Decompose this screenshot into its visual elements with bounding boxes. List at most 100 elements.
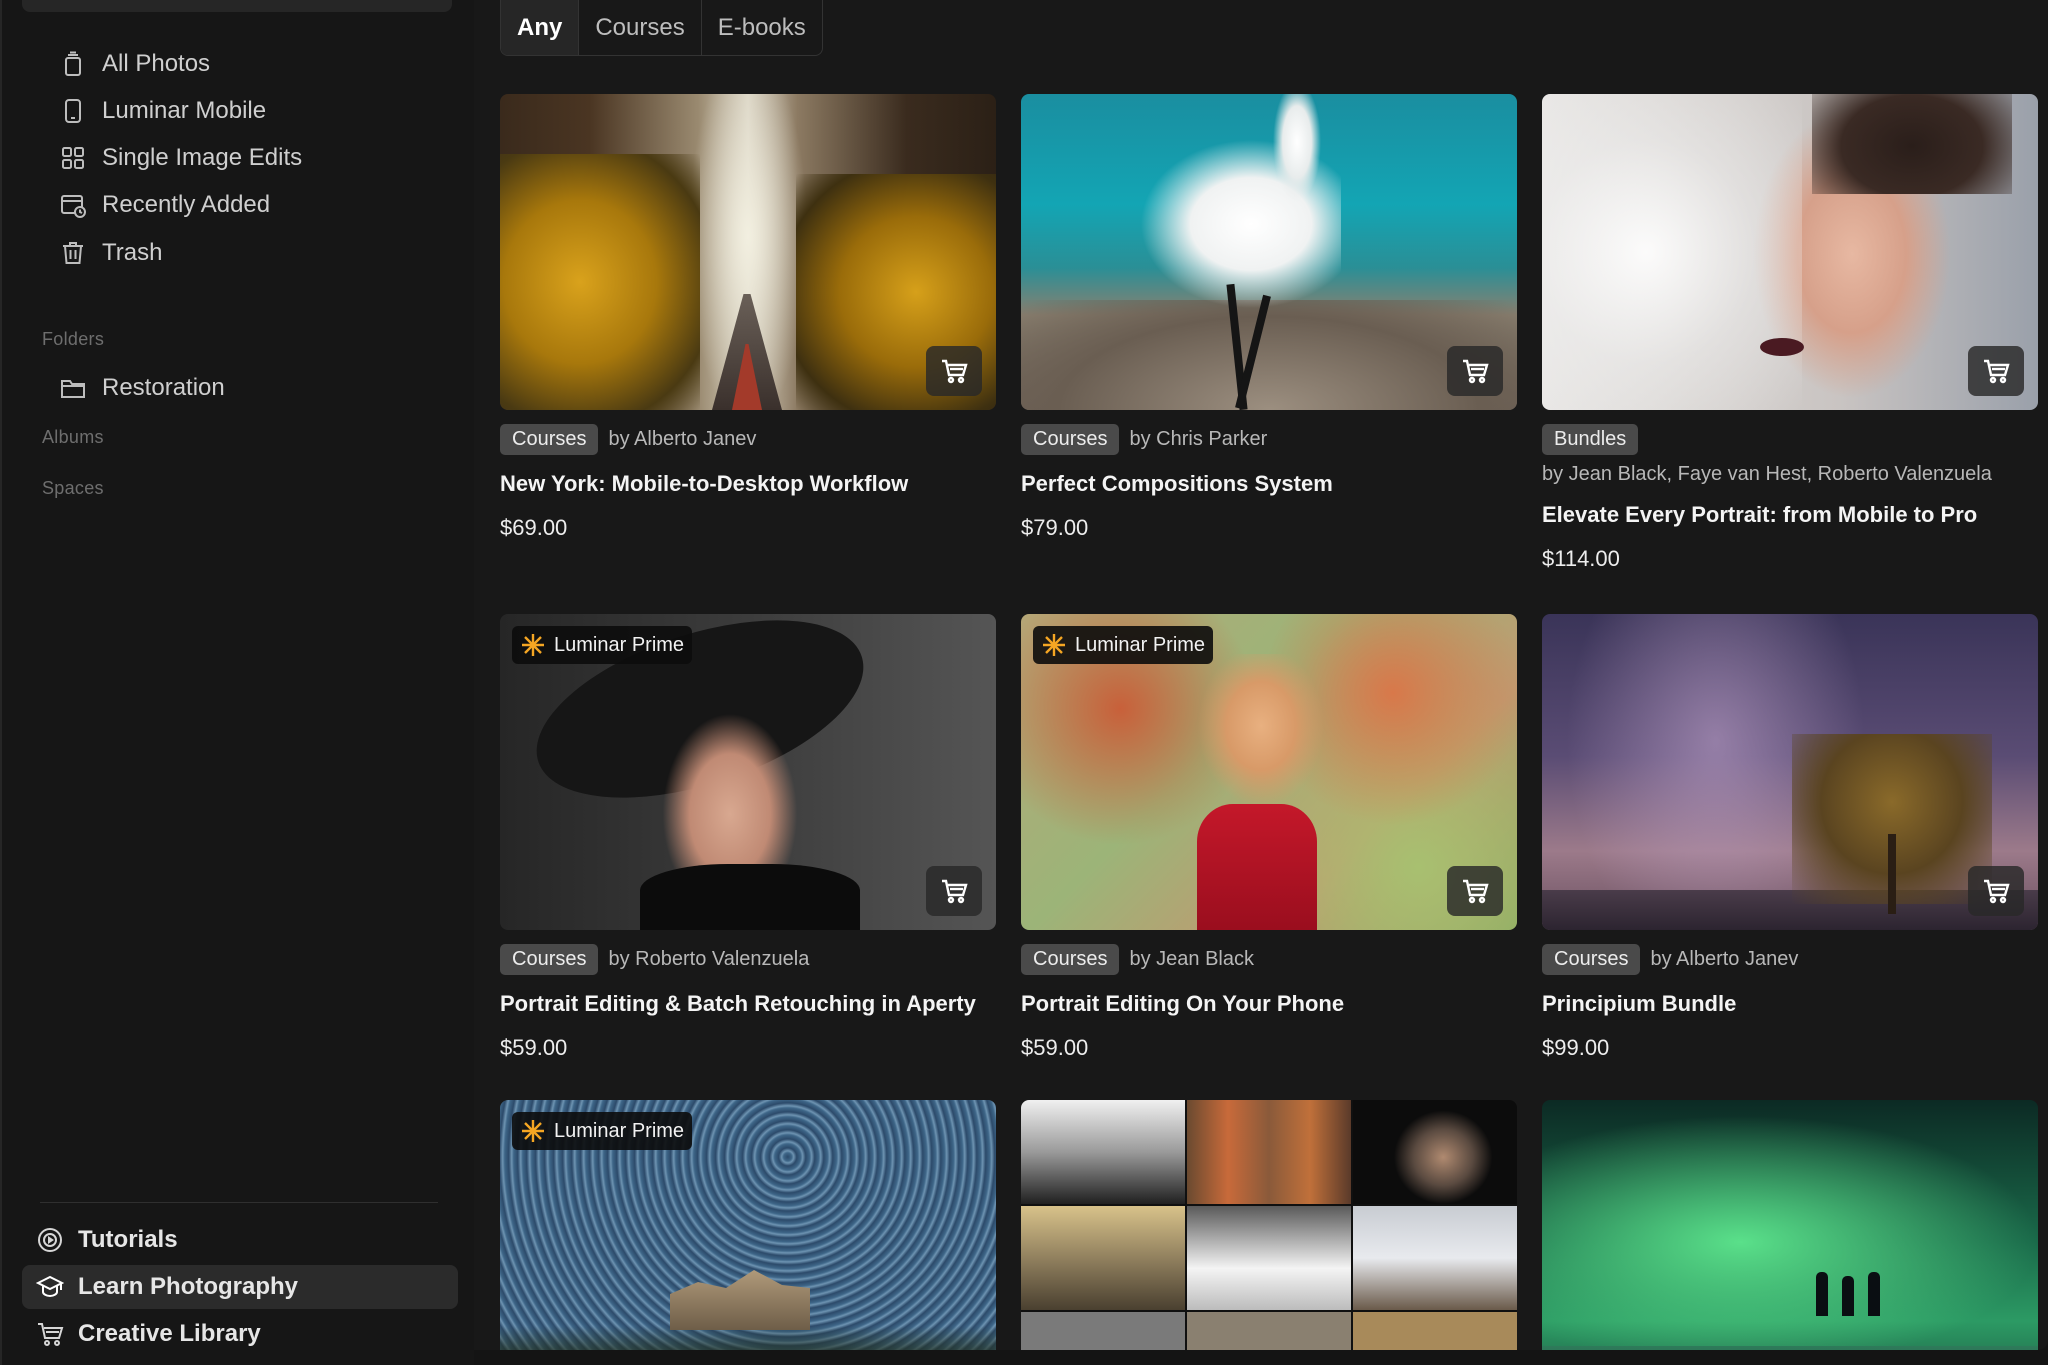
phone-icon xyxy=(65,99,81,123)
sidebar-item-single-image-edits[interactable]: Single Image Edits xyxy=(60,137,302,179)
product-image-aurora[interactable] xyxy=(1542,1100,2038,1350)
grid-icon xyxy=(62,147,84,169)
product-image-hat-portrait[interactable]: Luminar Prime xyxy=(500,614,996,930)
cart-icon xyxy=(942,359,968,384)
product-title[interactable]: Portrait Editing & Batch Retouching in A… xyxy=(500,991,996,1017)
trash-icon xyxy=(63,242,83,264)
product-meta: Courses by Alberto Janev xyxy=(500,424,996,455)
product-title[interactable]: Elevate Every Portrait: from Mobile to P… xyxy=(1542,502,2038,528)
tab-courses[interactable]: Courses xyxy=(579,0,702,55)
product-title[interactable]: New York: Mobile-to-Desktop Workflow xyxy=(500,471,996,497)
sidebar-item-label: Learn Photography xyxy=(78,1273,299,1300)
product-title[interactable]: Portrait Editing On Your Phone xyxy=(1021,991,1517,1017)
prime-badge-label: Luminar Prime xyxy=(1075,633,1206,656)
main-content: Any Courses E-books Courses by Alberto J… xyxy=(474,0,2048,1365)
category-tag[interactable]: Courses xyxy=(500,944,599,975)
spaces-section-label[interactable]: Spaces xyxy=(42,478,104,499)
product-price: $59.00 xyxy=(500,1035,568,1060)
sidebar-item-label: Single Image Edits xyxy=(102,144,303,171)
photo-stack-icon xyxy=(65,51,81,76)
category-tag[interactable]: Courses xyxy=(500,424,599,455)
product-image-woman-in-tree[interactable]: Luminar Prime xyxy=(1021,614,1517,930)
category-tag[interactable]: Courses xyxy=(1021,944,1120,975)
sidebar-item-recently-added[interactable]: Recently Added xyxy=(60,184,270,226)
sidebar-item-label: Trash xyxy=(102,239,163,266)
cart-icon xyxy=(38,1323,64,1346)
product-card[interactable]: Courses by Alberto Janev New York: Mobil… xyxy=(500,94,996,541)
product-card[interactable]: Bundles by Jean Black, Faye van Hest, Ro… xyxy=(1542,94,2038,572)
author-byline: by Alberto Janev xyxy=(608,428,757,450)
prime-star-icon xyxy=(522,1120,544,1142)
product-meta: Bundles by Jean Black, Faye van Hest, Ro… xyxy=(1542,424,2038,486)
product-image-milky-way-tree[interactable] xyxy=(1542,614,2038,930)
product-price: $114.00 xyxy=(1542,546,1620,571)
product-image-collage[interactable] xyxy=(1021,1100,1517,1350)
category-tag[interactable]: Courses xyxy=(1021,424,1120,455)
product-image-egret[interactable] xyxy=(1021,94,1517,410)
product-card[interactable]: Luminar Prime Courses by Roberto Valenzu… xyxy=(500,614,996,1061)
add-to-cart-button[interactable] xyxy=(1447,346,1503,396)
sidebar-item-creative-library[interactable]: Creative Library xyxy=(22,1312,458,1356)
luminar-prime-badge: Luminar Prime xyxy=(512,626,693,664)
sidebar-divider xyxy=(40,1202,438,1203)
product-price: $59.00 xyxy=(1021,1035,1089,1060)
tutorials-icon xyxy=(38,1228,62,1252)
category-tag[interactable]: Bundles xyxy=(1542,424,1639,455)
product-price: $69.00 xyxy=(500,515,568,540)
sidebar-item-label: Restoration xyxy=(102,374,225,401)
folder-icon xyxy=(61,380,85,398)
product-card[interactable]: Courses by Alberto Janev Principium Bund… xyxy=(1542,614,2038,1061)
sidebar-item-label: Luminar Mobile xyxy=(102,97,267,124)
sidebar-item-all-photos[interactable]: All Photos xyxy=(60,43,210,85)
product-title[interactable]: Perfect Compositions System xyxy=(1021,471,1517,497)
sidebar-item-learn-photography[interactable]: Learn Photography xyxy=(22,1265,458,1309)
sidebar-item-luminar-mobile[interactable]: Luminar Mobile xyxy=(60,90,266,132)
product-image-portrait-feathers[interactable] xyxy=(1542,94,2038,410)
product-card[interactable] xyxy=(1542,1100,2038,1350)
albums-section-label[interactable]: Albums xyxy=(42,427,104,448)
author-byline: by Chris Parker xyxy=(1129,428,1268,450)
tab-e-books[interactable]: E-books xyxy=(702,0,822,55)
sidebar-item-label: Recently Added xyxy=(102,191,271,218)
content-frame: Any Courses E-books Courses by Alberto J… xyxy=(474,0,2048,1350)
sidebar: All Photos Luminar Mobile Single Image E… xyxy=(0,0,474,1365)
product-card[interactable]: Courses by Chris Parker Perfect Composit… xyxy=(1021,94,1517,541)
author-byline: by Jean Black xyxy=(1129,948,1254,970)
add-to-cart-button[interactable] xyxy=(926,346,982,396)
cart-icon xyxy=(1463,359,1489,384)
cart-icon xyxy=(1463,879,1489,904)
product-card[interactable] xyxy=(1021,1100,1517,1350)
add-to-cart-button[interactable] xyxy=(1447,866,1503,916)
category-tag[interactable]: Courses xyxy=(1542,944,1641,975)
add-to-cart-button[interactable] xyxy=(1968,866,2024,916)
sidebar-item-label: Tutorials xyxy=(78,1226,178,1253)
prime-badge-label: Luminar Prime xyxy=(554,633,685,656)
author-byline: by Alberto Janev xyxy=(1650,948,1799,970)
add-to-cart-button[interactable] xyxy=(926,866,982,916)
calendar-clock-icon xyxy=(61,195,86,218)
product-card[interactable]: Luminar Prime Courses by Jean Black Port… xyxy=(1021,614,1517,1061)
product-meta: Courses by Roberto Valenzuela xyxy=(500,944,996,975)
sidebar-item-label: Creative Library xyxy=(78,1320,261,1347)
product-meta: Courses by Chris Parker xyxy=(1021,424,1517,455)
product-image-star-trails[interactable]: Luminar Prime xyxy=(500,1100,996,1350)
sidebar-item-restoration[interactable]: Restoration xyxy=(60,367,225,409)
product-image-new-york-street[interactable] xyxy=(500,94,996,410)
product-card[interactable]: Luminar Prime xyxy=(500,1100,996,1350)
product-price: $79.00 xyxy=(1021,515,1089,540)
luminar-prime-badge: Luminar Prime xyxy=(1033,626,1214,664)
cart-icon xyxy=(1984,879,2010,904)
sidebar-item-trash[interactable]: Trash xyxy=(60,232,162,274)
tab-any[interactable]: Any xyxy=(501,0,580,55)
product-title[interactable]: Principium Bundle xyxy=(1542,991,2038,1017)
add-to-cart-button[interactable] xyxy=(1968,346,2024,396)
sidebar-item-tutorials[interactable]: Tutorials xyxy=(22,1218,458,1262)
author-byline: by Jean Black, Faye van Hest, Roberto Va… xyxy=(1542,463,1992,485)
cart-icon xyxy=(942,879,968,904)
sidebar-top-control[interactable] xyxy=(22,0,452,12)
filter-tabs: Any Courses E-books xyxy=(500,0,823,56)
prime-star-icon xyxy=(522,634,544,656)
sidebar-item-label: All Photos xyxy=(102,50,211,77)
product-price: $99.00 xyxy=(1542,1035,1610,1060)
product-meta: Courses by Alberto Janev xyxy=(1542,944,2038,975)
